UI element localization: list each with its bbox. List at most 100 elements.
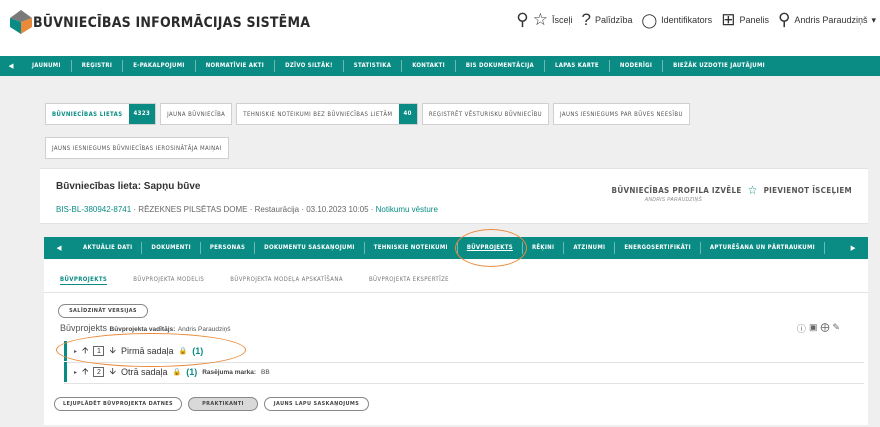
nav-item-normativie-akti[interactable]: NORMATĪVIE AKTI xyxy=(196,60,276,72)
chat-icon[interactable]: ◯ xyxy=(641,13,657,27)
case-date: 03.10.2023 10:05 xyxy=(306,205,369,214)
user-icon[interactable]: ⚲ xyxy=(778,11,790,28)
subnav-item-apturesana[interactable]: APTURĒŠANA UN PĀRTRAUKUMI xyxy=(701,242,825,254)
subtab-buvprojekts[interactable]: BŪVPROJEKTS xyxy=(60,276,108,285)
star-icon[interactable]: ☆ xyxy=(748,183,758,197)
case-authority: RĒZEKNES PILSĒTAS DOME xyxy=(138,205,248,214)
nav-item-e-pakalpojumi[interactable]: E-PAKALPOJUMI xyxy=(123,60,196,72)
search-icon[interactable]: ⚲ xyxy=(516,11,528,28)
question-icon[interactable]: ? xyxy=(581,11,590,28)
nav-item-lapas-karte[interactable]: LAPAS KARTE xyxy=(545,60,610,72)
document-icon[interactable]: ▣ xyxy=(809,322,818,335)
nav-item-noderigi[interactable]: NODERĪGI xyxy=(610,60,664,72)
case-title: Būvniecības lieta: Sapņu būve xyxy=(56,181,201,192)
subnav-left-arrow-icon[interactable]: ◀ xyxy=(44,244,74,252)
edit-icon[interactable]: ✎ xyxy=(832,322,840,335)
subnav-right-arrow-icon[interactable]: ▶ xyxy=(838,244,868,252)
drawing-mark-label: Rasējuma marka: xyxy=(202,368,257,376)
row-divider xyxy=(64,383,864,384)
history-link[interactable]: Notikumu vēsture xyxy=(376,205,438,214)
highlight-oval-section-1 xyxy=(56,333,246,367)
identifiers-link[interactable]: Identifikators xyxy=(661,15,712,25)
subnav-item-atzinumi[interactable]: ATZINUMI xyxy=(564,242,616,254)
tab-tehniskie-noteikumi[interactable]: TEHNISKIE NOTEIKUMI BEZ BŪVNIECĪBAS LIET… xyxy=(236,103,418,125)
subtab-modela-apskatisana[interactable]: BŪVPROJEKTA MODEĻA APSKATĪŠANA xyxy=(230,276,343,285)
highlight-oval-buvprojekts xyxy=(455,229,527,267)
help-link[interactable]: Palīdzība xyxy=(595,15,633,25)
subnav-item-aktualie-dati[interactable]: AKTUĀLIE DATI xyxy=(74,242,143,254)
nav-item-kontakti[interactable]: KONTAKTI xyxy=(402,60,456,72)
nav-left-arrow-icon[interactable]: ◀ xyxy=(0,62,22,70)
tab-neesibu[interactable]: JAUNS IESNIEGUMS PAR BŪVES NEESĪBU xyxy=(553,103,690,125)
trainees-button[interactable]: PRAKTIKANTI xyxy=(188,397,258,411)
case-id[interactable]: BIS-BL-380942-8741 xyxy=(56,205,131,214)
favorites-link[interactable]: Īsceļi xyxy=(552,15,573,25)
add-circle-icon[interactable]: ⨁ xyxy=(820,322,829,335)
move-down-icon[interactable]: 🡫 xyxy=(109,364,115,380)
tab-count-badge: 40 xyxy=(398,104,417,124)
tab-registret-vesturisku[interactable]: REĢISTRĒT VĒSTURISKU BŪVNIECĪBU xyxy=(421,103,550,125)
case-tabs-row-1: BŪVNIECĪBAS LIETAS 4323 JAUNA BŪVNIECĪBA… xyxy=(45,103,690,125)
download-files-button[interactable]: LEJUPLĀDĒT BŪVPROJEKTA DATNES xyxy=(54,397,182,411)
subnav-item-personas[interactable]: PERSONAS xyxy=(201,242,256,254)
nav-item-bis-dokumentacija[interactable]: BIS DOKUMENTĀCIJA xyxy=(456,60,545,72)
section-number: 2 xyxy=(93,367,105,377)
project-leader-label: Būvprojekta vadītājs: xyxy=(109,326,176,333)
compare-versions-button[interactable]: SALĪDZINĀT VERSIJAS xyxy=(58,304,148,318)
project-leader-name: Andris Paraudziņš xyxy=(177,326,231,333)
nav-item-dzivo-siltak[interactable]: DZĪVO SILTĀK! xyxy=(275,60,344,72)
lock-icon: 🔒 xyxy=(172,369,182,376)
nav-item-jaunumi[interactable]: JAUNUMI xyxy=(22,60,72,72)
tab-ierosinataja-maina[interactable]: JAUNS IESNIEGUMS BŪVNIECĪBAS IEROSINĀTĀJ… xyxy=(45,137,229,159)
section-indicator xyxy=(64,362,67,382)
case-type: Restaurācija xyxy=(254,205,300,214)
project-actions: ⓘ ▣ ⨁ ✎ xyxy=(797,322,840,335)
tab-label: JAUNA BŪVNIECĪBA xyxy=(167,110,226,118)
subnav-item-energosertifikati[interactable]: ENERGOSERTIFIKĀTI xyxy=(615,242,701,254)
subtab-ekspertize[interactable]: BŪVPROJEKTA EKSPERTĪZE xyxy=(369,276,449,285)
project-label: Būvprojekts xyxy=(60,323,108,333)
app-title[interactable]: BŪVNIECĪBAS INFORMĀCIJAS SISTĒMA xyxy=(33,15,310,31)
expand-icon[interactable]: ▸ xyxy=(74,369,77,376)
profile-user: ANDRIS PARAUDZIŅŠ xyxy=(644,197,702,203)
tab-label: REĢISTRĒT VĒSTURISKU BŪVNIECĪBU xyxy=(428,110,543,118)
section-count: (1) xyxy=(186,367,198,377)
user-name[interactable]: Andris Paraudziņš xyxy=(794,15,867,25)
bis-logo-icon[interactable] xyxy=(10,10,32,34)
subnav-item-rekini[interactable]: RĒĶINI xyxy=(523,242,565,254)
subtabs-divider xyxy=(44,292,868,293)
move-up-icon[interactable]: 🡩 xyxy=(82,364,88,380)
case-tabs-row-2: JAUNS IESNIEGUMS BŪVNIECĪBAS IEROSINĀTĀJ… xyxy=(45,137,229,159)
subtab-modelis[interactable]: BŪVPROJEKTA MODELIS xyxy=(133,276,204,285)
new-page-approval-button[interactable]: JAUNS LAPU SASKAŅOJUMS xyxy=(264,397,369,411)
section-name[interactable]: Otrā sadaļa xyxy=(121,367,168,377)
profile-controls: BŪVNIECĪBAS PROFILA IZVĒLE ☆ PIEVIENOT Ī… xyxy=(612,183,852,197)
subnav-item-dokumenti[interactable]: DOKUMENTI xyxy=(142,242,201,254)
nav-item-buj[interactable]: BIEŽĀK UZDOTIE JAUTĀJUMI xyxy=(663,60,775,72)
caret-down-icon[interactable]: ▾ xyxy=(871,15,876,26)
star-icon[interactable]: ☆ xyxy=(533,11,548,28)
nav-item-statistika[interactable]: STATISTIKA xyxy=(344,60,403,72)
project-subtabs: BŪVPROJEKTS BŪVPROJEKTA MODELIS BŪVPROJE… xyxy=(60,276,449,285)
tab-label: JAUNS IESNIEGUMS PAR BŪVES NEESĪBU xyxy=(560,110,683,118)
top-header: BŪVNIECĪBAS INFORMĀCIJAS SISTĒMA ⚲ ☆ Īsc… xyxy=(0,0,880,44)
tab-buvniecibas-lietas[interactable]: BŪVNIECĪBAS LIETAS 4323 xyxy=(45,103,157,125)
tab-count-badge: 4323 xyxy=(128,104,156,124)
subnav-item-dokumentu-saskanojumi[interactable]: DOKUMENTU SASKAŅOJUMI xyxy=(255,242,365,254)
grid-icon[interactable]: ⊞ xyxy=(721,11,735,28)
nav-item-registri[interactable]: REĢISTRI xyxy=(72,60,124,72)
tab-jauna-buvnieciba[interactable]: JAUNA BŪVNIECĪBA xyxy=(160,103,233,125)
subnav-item-tehniskie-noteikumi[interactable]: TEHNISKIE NOTEIKUMI xyxy=(365,242,458,254)
add-favorite-link[interactable]: PIEVIENOT ĪSCEĻIEM xyxy=(764,186,852,195)
tab-label: BŪVNIECĪBAS LIETAS xyxy=(52,110,123,118)
tab-label: TEHNISKIE NOTEIKUMI BEZ BŪVNIECĪBAS LIET… xyxy=(243,110,393,118)
tab-label: JAUNS IESNIEGUMS BŪVNIECĪBAS IEROSINĀTĀJ… xyxy=(52,144,222,152)
panel-link[interactable]: Panelis xyxy=(739,15,769,25)
info-icon[interactable]: ⓘ xyxy=(797,322,806,335)
drawing-mark-value: BB xyxy=(261,368,270,376)
case-meta: BIS-BL-380942-8741 · RĒZEKNES PILSĒTAS D… xyxy=(56,205,438,214)
project-header: Būvprojekts Būvprojekta vadītājs: Andris… xyxy=(60,323,231,333)
top-toolbar: ⚲ ☆ Īsceļi ? Palīdzība ◯ Identifikators … xyxy=(516,11,876,28)
main-nav: ◀ JAUNUMI REĢISTRI E-PAKALPOJUMI NORMATĪ… xyxy=(0,56,880,76)
profile-select-link[interactable]: BŪVNIECĪBAS PROFILA IZVĒLE xyxy=(612,186,742,195)
